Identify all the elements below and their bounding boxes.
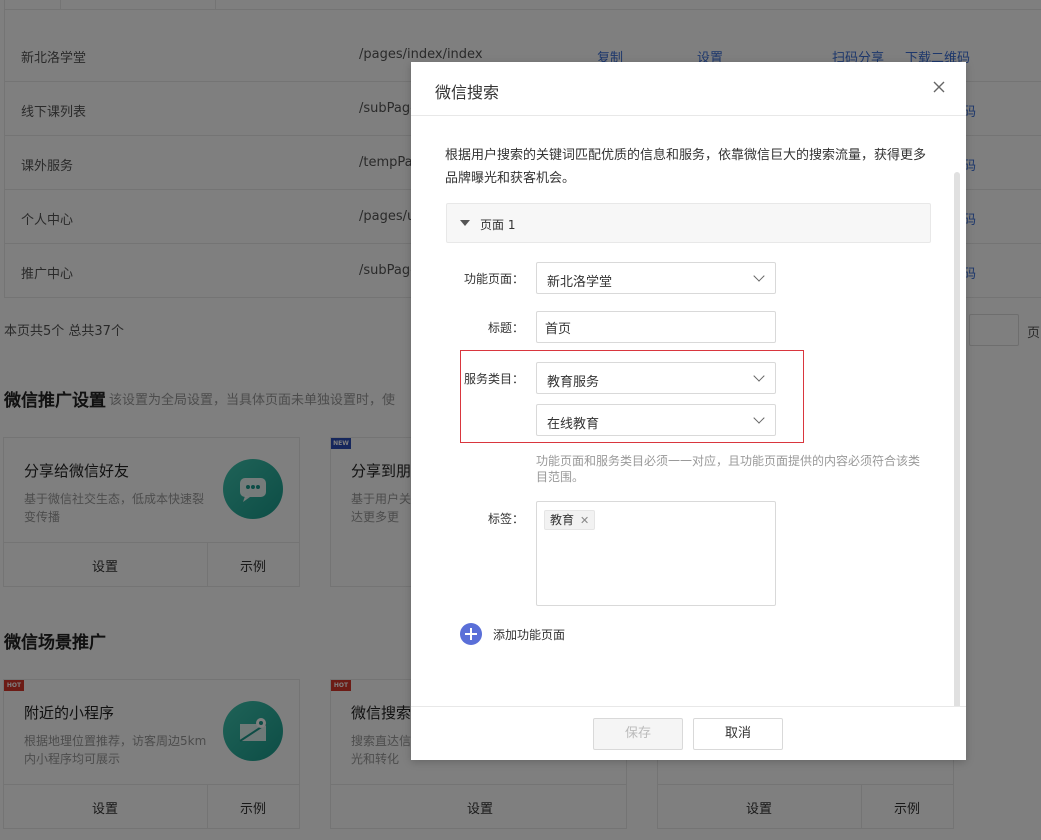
save-button[interactable]: 保存	[593, 718, 683, 750]
page-section-header[interactable]: 页面 1	[446, 203, 931, 243]
chevron-down-icon	[753, 412, 765, 424]
page-label: 功能页面：	[463, 272, 524, 286]
title-label: 标题：	[487, 321, 524, 335]
service-subcategory-select[interactable]: 在线教育	[536, 404, 776, 436]
close-icon[interactable]: ✕	[580, 514, 589, 527]
tags-input[interactable]: 教育 ✕	[536, 501, 776, 606]
dialog-body: 根据用户搜索的关键词匹配优质的信息和服务，依靠微信巨大的搜索流量，获得更多品牌曝…	[411, 116, 966, 706]
dialog-title: 微信搜索	[435, 83, 500, 102]
chevron-down-icon	[753, 370, 765, 382]
add-icon[interactable]	[460, 623, 482, 645]
wechat-search-dialog: 微信搜索 根据用户搜索的关键词匹配优质的信息和服务，依靠微信巨大的搜索流量，获得…	[411, 62, 966, 760]
section-label: 页面 1	[480, 218, 516, 232]
cancel-button[interactable]: 取消	[693, 718, 783, 750]
tags-label: 标签：	[487, 512, 524, 526]
caret-down-icon	[460, 220, 470, 226]
divider	[411, 706, 966, 707]
tag-chip: 教育 ✕	[544, 510, 596, 530]
scrollbar[interactable]	[954, 172, 960, 706]
dialog-intro: 根据用户搜索的关键词匹配优质的信息和服务，依靠微信巨大的搜索流量，获得更多品牌曝…	[445, 148, 927, 186]
service-hint: 功能页面和服务类目必须一一对应，且功能页面提供的内容必须符合该类目范围。	[536, 454, 921, 484]
tag-text: 教育	[550, 513, 575, 527]
service-select-value: 教育服务	[547, 375, 600, 390]
add-page-button[interactable]: 添加功能页面	[493, 626, 565, 643]
title-input[interactable]	[536, 311, 776, 343]
page-select-value: 新北洛学堂	[547, 275, 613, 290]
close-icon[interactable]	[929, 77, 949, 97]
service-category-select[interactable]: 教育服务	[536, 362, 776, 394]
chevron-down-icon	[753, 270, 765, 282]
service-label: 服务类目：	[463, 372, 524, 386]
service-subselect-value: 在线教育	[547, 417, 600, 432]
page-select[interactable]: 新北洛学堂	[536, 262, 776, 294]
